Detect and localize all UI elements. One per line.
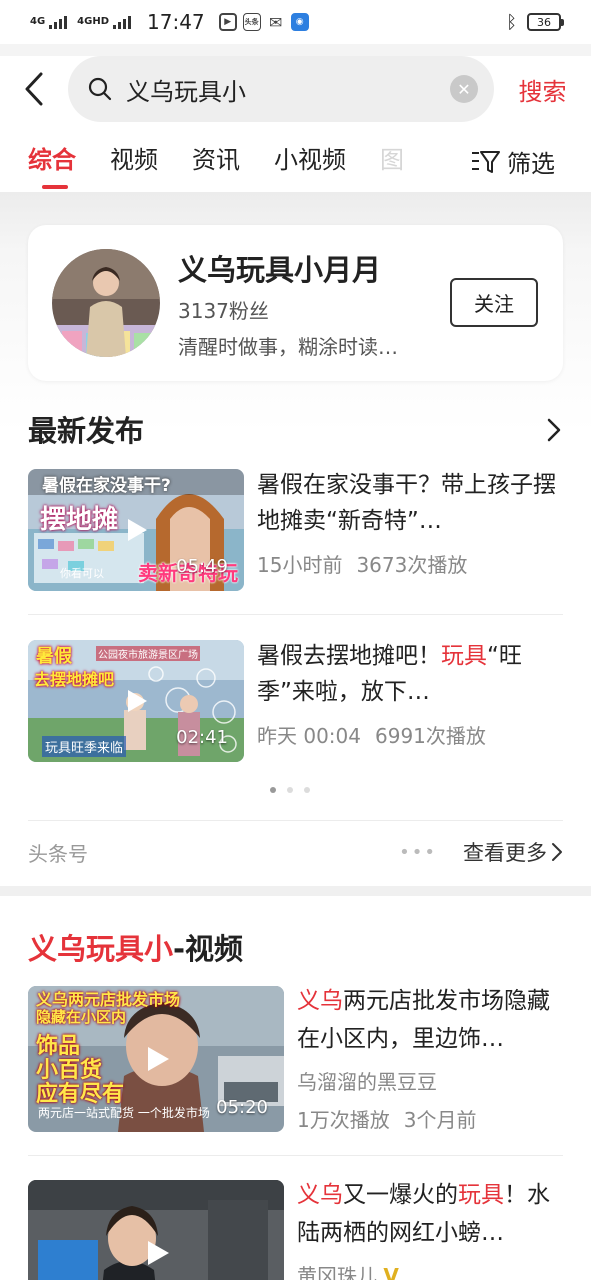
video-time: 3个月前 [403, 1108, 477, 1132]
thumbnail-text-bottom: 两元店一站式配货 一个批发市场 [38, 1106, 210, 1120]
video-plays: 6991次播放 [375, 724, 486, 748]
more-options-icon[interactable]: ••• [399, 842, 437, 863]
video-meta: 1万次播放 3个月前 [297, 1104, 490, 1133]
video-author[interactable]: 乌溜溜的黑豆豆 [297, 1066, 437, 1095]
tab-news[interactable]: 资讯 [192, 140, 240, 175]
clock: 17:47 [147, 10, 205, 34]
profile-card[interactable]: 义乌玩具小月月 3137粉丝 清醒时做事，糊涂时读… 关注 [28, 225, 563, 381]
notification-app-icon: ◉ [290, 13, 309, 31]
video-plays: 1万次播放 [297, 1108, 390, 1132]
search-icon [88, 77, 112, 101]
chevron-right-icon [552, 843, 562, 861]
thumbnail-text-small: 你看可以 [60, 567, 104, 580]
filter-label: 筛选 [507, 150, 555, 178]
thumbnail-text-top: 暑假 [36, 646, 72, 667]
signal-icon-2 [113, 15, 132, 29]
video-thumbnail[interactable]: 暑假 去摆地摊吧 公园夜市旅游景区广场 玩具旺季来临 02:41 [28, 640, 244, 762]
video-thumbnail[interactable]: 暑假在家没事干? 摆地摊 你看可以 卖新奇特玩具 05:49 [28, 469, 244, 591]
battery-icon: 36 [527, 13, 564, 31]
search-video-item[interactable]: 义乌又一爆火的玩具！水陆两栖的网红小螃… 黄冈珠儿 V [28, 1180, 563, 1280]
back-arrow-icon [25, 72, 43, 106]
latest-video-item[interactable]: 暑假在家没事干? 摆地摊 你看可以 卖新奇特玩具 05:49 暑假在家没事干？带… [28, 469, 563, 591]
tab-images[interactable]: 图 [380, 140, 404, 175]
video-time: 昨天 00:04 [257, 724, 361, 748]
verified-icon: V [383, 1264, 399, 1280]
search-video-item[interactable]: 义乌两元店批发市场 隐藏在小区内 饰品 小百货 应有尽有 两元店一站式配货 一个… [28, 986, 563, 1132]
chevron-right-icon[interactable] [547, 418, 561, 442]
video-duration: 02:41 [176, 727, 228, 748]
carousel-dots [270, 787, 310, 793]
video-app-icon: ▶ [218, 13, 237, 31]
profile-name[interactable]: 义乌玩具小月月 [178, 247, 381, 289]
divider [28, 1155, 563, 1156]
category-tabs: 综合 视频 资讯 小视频 图 筛选 [0, 122, 591, 192]
video-time: 15小时前 [257, 553, 343, 577]
toutiao-app-icon: 头条 [242, 13, 261, 31]
network-indicator-2: 4GHD [77, 16, 110, 27]
tab-comprehensive[interactable]: 综合 [28, 140, 76, 189]
video-title[interactable]: 义乌又一爆火的玩具！水陆两栖的网红小螃… [297, 1180, 563, 1252]
avatar[interactable] [52, 249, 160, 357]
play-icon [148, 1241, 169, 1265]
profile-fans: 3137粉丝 [178, 299, 269, 323]
search-bar-row: 义乌玩具小 ✕ 搜索 [0, 56, 591, 122]
clear-icon[interactable]: ✕ [450, 75, 478, 103]
search-query-text: 义乌玩具小 [126, 77, 246, 106]
thumbnail-text-bottom: 玩具旺季来临 [42, 736, 127, 757]
search-input[interactable]: 义乌玩具小 ✕ [68, 56, 494, 122]
video-title[interactable]: 暑假在家没事干？带上孩子摆地摊卖“新奇特”… [257, 467, 557, 539]
wechat-icon: ✉ [268, 12, 283, 32]
video-meta: 15小时前 3673次播放 [257, 549, 481, 578]
network-indicator-1: 4G [30, 16, 46, 27]
video-title[interactable]: 暑假去摆地摊吧！玩具“旺季”来啦，放下… [257, 638, 557, 710]
video-meta: 昨天 00:04 6991次播放 [257, 720, 500, 749]
play-icon [128, 690, 147, 712]
latest-video-item[interactable]: 暑假 去摆地摊吧 公园夜市旅游景区广场 玩具旺季来临 02:41 暑假去摆地摊吧… [28, 640, 563, 762]
signal-icon [49, 15, 68, 29]
tab-short-video[interactable]: 小视频 [274, 140, 346, 175]
tab-video[interactable]: 视频 [110, 140, 158, 175]
play-icon [128, 519, 147, 541]
thumbnail-text-top: 暑假在家没事干? [42, 476, 171, 496]
bluetooth-icon: ᛒ [506, 11, 517, 33]
back-button[interactable] [0, 56, 68, 122]
video-thumbnail[interactable] [28, 1180, 284, 1280]
video-thumbnail[interactable]: 义乌两元店批发市场 隐藏在小区内 饰品 小百货 应有尽有 两元店一站式配货 一个… [28, 986, 284, 1132]
section-separator [0, 886, 591, 896]
status-bar: 4G 4GHD 17:47 ▶ 头条 ✉ ◉ ᛒ 36 [0, 0, 591, 44]
video-author[interactable]: 黄冈珠儿 V [297, 1260, 399, 1280]
filter-button[interactable]: 筛选 [461, 144, 555, 179]
video-duration: 05:49 [176, 556, 228, 577]
thumbnail-text-big: 摆地摊 [40, 505, 119, 535]
profile-description: 清醒时做事，糊涂时读… [178, 335, 398, 359]
filter-icon [472, 150, 500, 173]
video-section-title[interactable]: 义乌玩具小-视频 [28, 926, 243, 968]
video-title[interactable]: 义乌两元店批发市场隐藏在小区内，里边饰… [297, 982, 563, 1058]
play-icon [148, 1047, 169, 1071]
thumbnail-text-banner: 公园夜市旅游景区广场 [96, 646, 200, 661]
latest-footer: 头条号 ••• 查看更多 [28, 832, 563, 872]
latest-section-title: 最新发布 [28, 414, 145, 448]
thumbnail-text-sub: 隐藏在小区内 [36, 1008, 127, 1026]
search-button[interactable]: 搜索 [494, 72, 591, 107]
view-more-link[interactable]: 查看更多 [463, 837, 563, 867]
follow-button[interactable]: 关注 [450, 278, 538, 327]
divider [28, 820, 563, 821]
thumbnail-text-sub: 去摆地摊吧 [34, 670, 115, 689]
video-plays: 3673次播放 [356, 553, 468, 577]
source-label: 头条号 [28, 841, 88, 866]
video-duration: 05:20 [216, 1097, 268, 1118]
divider [28, 614, 563, 615]
